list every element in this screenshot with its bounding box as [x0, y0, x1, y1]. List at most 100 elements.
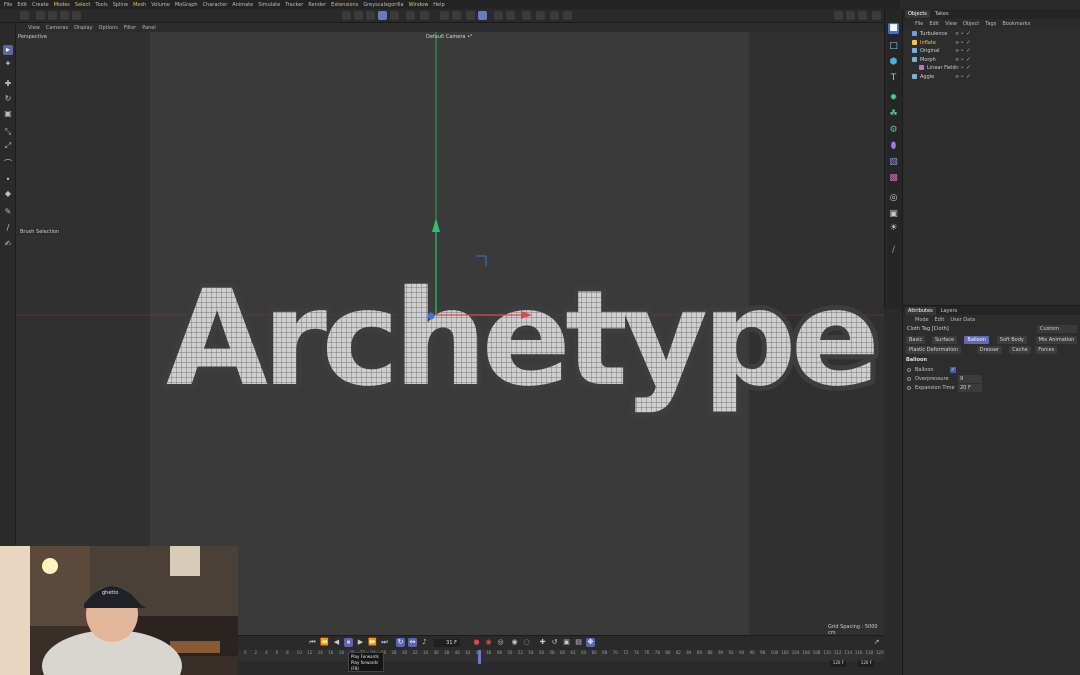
light-icon[interactable]: ☀	[888, 223, 899, 234]
menu-create[interactable]: Create	[32, 2, 49, 8]
current-frame-field[interactable]: 31 F	[434, 639, 460, 647]
menu-mograph[interactable]: MoGraph	[175, 2, 198, 8]
menu-spline[interactable]: Spline	[113, 2, 128, 8]
enabled-check-icon[interactable]: ✓	[966, 30, 971, 37]
key-move-icon[interactable]: ✚	[538, 638, 547, 647]
subtab-forces[interactable]: Forces	[1035, 346, 1058, 354]
playhead[interactable]	[478, 650, 481, 664]
enabled-check-icon[interactable]: ✓	[966, 47, 971, 54]
object-row[interactable]: Original ≡ • ✓	[903, 47, 1080, 55]
point-tool-icon[interactable]: •	[3, 175, 13, 185]
subtab-mix-animation[interactable]: Mix Animation	[1035, 336, 1078, 344]
interactive-render-icon[interactable]	[506, 11, 515, 20]
viewport-menu-panel[interactable]: Panel	[142, 25, 156, 31]
gizmo-y-arrow[interactable]	[432, 218, 440, 232]
key-position-icon[interactable]: ◌	[522, 638, 531, 647]
move-icon[interactable]: ✚	[3, 79, 13, 89]
grid-snap-icon[interactable]	[478, 11, 487, 20]
subtab-basic[interactable]: Basic	[906, 336, 926, 344]
axis-mode-icon[interactable]	[406, 11, 415, 20]
tab-takes[interactable]: Takes	[932, 10, 952, 18]
viewport-menu-cameras[interactable]: Cameras	[46, 25, 68, 31]
object-row[interactable]: Turbulence ≡ • ✓	[903, 30, 1080, 38]
end-frame-field[interactable]: 120 F	[830, 660, 846, 667]
menu-volume[interactable]: Volume	[151, 2, 170, 8]
subtab-plastic-deformation[interactable]: Plastic Deformation	[906, 346, 961, 354]
viewport-menu-filter[interactable]: Filter	[124, 25, 136, 31]
rotate-icon[interactable]: ↻	[3, 94, 13, 104]
tab-objects[interactable]: Objects	[905, 10, 930, 18]
play-forwards-button[interactable]: ⏸	[344, 638, 353, 647]
live-select-icon[interactable]: ✦	[3, 59, 13, 69]
object-name[interactable]: Linear Field	[927, 65, 956, 71]
objects-menu-tags[interactable]: Tags	[985, 21, 996, 27]
next-frame-icon[interactable]: ▶	[356, 638, 365, 647]
layout-icon[interactable]	[872, 11, 881, 20]
select-icon[interactable]: ▸	[3, 45, 13, 55]
paint-icon[interactable]	[536, 11, 545, 20]
object-row[interactable]: Linear Field ≡ • ✓	[903, 64, 1080, 72]
attributes-menu-user-data[interactable]: User Data	[950, 317, 975, 323]
objects-menu-file[interactable]: File	[915, 21, 923, 27]
timeline-ruler[interactable]: 0246810121416182022242628303234363840424…	[238, 650, 884, 662]
workplane-icon[interactable]	[466, 11, 475, 20]
subtab-surface[interactable]: Surface	[932, 336, 958, 344]
viewport-menu-view[interactable]: View	[28, 25, 40, 31]
timeline-expand-icon[interactable]: ↗	[872, 638, 881, 647]
render-active-view-icon[interactable]	[834, 11, 843, 20]
visibility-dots-icon[interactable]: ≡ •	[955, 40, 964, 46]
menu-help[interactable]: Help	[433, 2, 444, 8]
deformer-icon[interactable]: ▧	[888, 157, 899, 168]
objects-menu-object[interactable]: Object	[963, 21, 979, 27]
object-name[interactable]: Morph	[920, 57, 936, 63]
preview-end-field[interactable]: 120 F	[858, 660, 874, 667]
menu-animate[interactable]: Animate	[232, 2, 253, 8]
subtab-dresser[interactable]: Dresser	[976, 346, 1003, 354]
environment-icon[interactable]: ◎	[888, 193, 899, 204]
effector-icon[interactable]: ⚙	[888, 125, 899, 136]
objects-menu-edit[interactable]: Edit	[929, 21, 939, 27]
x-axis-lock-icon[interactable]	[36, 11, 45, 20]
attributes-menu-mode[interactable]: Mode	[915, 317, 929, 323]
attributes-menu-edit[interactable]: Edit	[935, 317, 945, 323]
key-param-icon[interactable]: ▤	[574, 638, 583, 647]
key-pla-icon[interactable]: ✥	[586, 638, 595, 647]
menu-select[interactable]: Select	[75, 2, 90, 8]
next-key-icon[interactable]: ⏩	[368, 638, 377, 647]
prev-frame-icon[interactable]: ◀	[332, 638, 341, 647]
enabled-check-icon[interactable]: ✓	[966, 56, 971, 63]
keyframe-dot-icon[interactable]	[907, 377, 911, 381]
fit-icon[interactable]: ⤢	[3, 141, 13, 151]
motion-record-icon[interactable]: ◉	[510, 638, 519, 647]
scale-icon[interactable]: ▣	[3, 109, 13, 119]
object-name[interactable]: Original	[920, 48, 940, 54]
render-settings-icon[interactable]	[354, 11, 363, 20]
goto-start-icon[interactable]: ⏮	[308, 638, 317, 647]
subtab-cache[interactable]: Cache	[1009, 346, 1031, 354]
menu-render[interactable]: Render	[308, 2, 326, 8]
attributes-mode-select[interactable]: Custom	[1037, 325, 1077, 333]
gizmo-z-handle[interactable]	[427, 312, 435, 320]
object-row[interactable]: Inflate ≡ • ✓	[903, 39, 1080, 47]
coordinate-system-icon[interactable]	[72, 11, 81, 20]
subtab-soft-body[interactable]: Soft Body	[996, 336, 1027, 344]
autokey-icon[interactable]: ◉	[484, 638, 493, 647]
undo-icon[interactable]	[20, 11, 29, 20]
prev-key-icon[interactable]: ⏪	[320, 638, 329, 647]
snap-icon[interactable]	[420, 11, 429, 20]
key-rotate-icon[interactable]: ↺	[550, 638, 559, 647]
key-scale-icon[interactable]: ▣	[562, 638, 571, 647]
field-icon[interactable]: ⬮	[888, 141, 899, 152]
polygon-pen-icon[interactable]: ✍	[3, 239, 13, 249]
menu-file[interactable]: File	[4, 2, 12, 8]
texture-icon[interactable]	[563, 11, 572, 20]
property-checkbox[interactable]: ✓	[950, 367, 956, 373]
menu-modes[interactable]: Modes	[54, 2, 70, 8]
visibility-dots-icon[interactable]: ≡ •	[955, 74, 964, 80]
volume-icon[interactable]: ▩	[888, 173, 899, 184]
nurbs-icon[interactable]: ⬢	[888, 57, 899, 68]
tab-attributes[interactable]: Attributes	[905, 306, 936, 315]
camera-icon[interactable]: ▣	[888, 209, 899, 220]
generator-icon[interactable]: ✹	[888, 93, 899, 104]
edit-render-settings-icon[interactable]	[858, 11, 867, 20]
